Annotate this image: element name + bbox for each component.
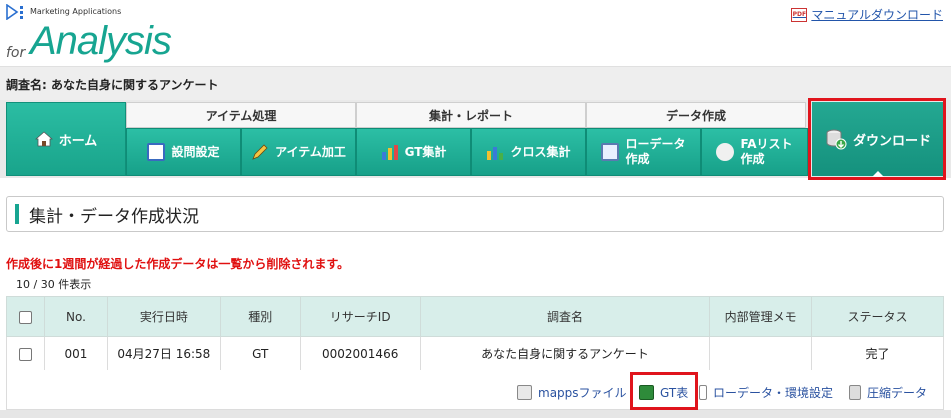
survey-name: 調査名: あなた自身に関するアンケート [6,78,219,92]
row-checkbox[interactable] [18,347,32,361]
logo-subtitle: Marketing Applications [30,7,122,16]
tab-fa-list-create[interactable]: FAリスト 作成 [701,128,808,176]
nav-home-label: ホーム [58,133,98,149]
select-all-checkbox[interactable] [18,310,32,324]
select-all-cell [6,296,45,337]
survey-name-bar: 調査名: あなた自身に関するアンケート [0,66,951,100]
pdf-icon: PDF [791,7,808,22]
row-memo[interactable] [709,336,813,371]
table-header-row: No. 実行日時 種別 リサーチID 調査名 内部管理メモ ステータス [6,296,944,337]
nav-home[interactable]: ホーム [6,102,126,176]
nav-group-report: 集計・レポート [356,102,586,128]
app-logo[interactable]: Marketing Applications for Analysis [6,4,206,64]
col-status: ステータス [811,296,944,337]
logo-for: for [6,45,26,61]
question-settings-icon [147,143,166,161]
zip-data-link[interactable]: 圧縮データ [849,384,927,401]
raw-data-settings-link[interactable]: ローデータ・環境設定 [699,384,833,401]
home-icon [34,131,53,147]
gt-chart-icon [381,145,398,160]
row-datetime: 04月27日 16:58 [106,336,221,371]
app-header: Marketing Applications for Analysis PDF … [0,0,951,66]
tab-question-settings[interactable]: 設問設定 [126,128,241,176]
cross-chart-icon [487,147,504,160]
mapps-file-icon [517,385,532,400]
gt-highlight-box [630,372,698,410]
deletion-notice: 作成後に1週間が経過した作成データは一覧から削除されます。 [6,257,350,271]
row-survey-name: あなた自身に関するアンケート [419,336,711,371]
zip-icon [849,385,861,400]
section-accent-bar [15,204,19,224]
tab-cross-aggregate[interactable]: クロス集計 [471,128,586,176]
mapps-file-link[interactable]: mappsファイル [517,384,627,401]
col-datetime: 実行日時 [106,296,221,337]
nav-group-item-processing: アイテム処理 [126,102,356,128]
col-research-id: リサーチID [299,296,421,337]
col-no: No. [43,296,108,337]
result-count: 10 / 30 件表示 [16,278,92,291]
logo-main: Analysis [30,19,172,63]
tab-gt-aggregate[interactable]: GT集計 [356,128,471,176]
pencil-icon [252,144,268,160]
bottom-strip [0,410,951,418]
row-no: 001 [43,336,108,371]
manual-download-link[interactable]: PDF マニュアルダウンロード [791,6,943,23]
raw-data-file-icon [699,385,707,400]
row-type: GT [219,336,301,371]
tab-raw-data-create[interactable]: ローデータ 作成 [586,128,701,176]
raw-data-icon [601,143,620,161]
col-survey-name: 調査名 [419,296,711,337]
row-status: 完了 [811,336,944,371]
col-memo: 内部管理メモ [709,296,813,337]
fa-list-icon [716,143,735,161]
download-actions-row: mappsファイル GT表 ローデータ・環境設定 圧縮データ [6,370,944,410]
nav-group-data-creation: データ作成 [586,102,806,128]
job-table: No. 実行日時 種別 リサーチID 調査名 内部管理メモ ステータス 001 … [6,296,944,371]
table-row: 001 04月27日 16:58 GT 0002001466 あなた自身に関する… [6,336,944,371]
tab-item-processing[interactable]: アイテム加工 [241,128,356,176]
row-research-id: 0002001466 [299,336,421,371]
row-select-cell [6,336,45,371]
logo-mark-icon [6,4,23,20]
col-type: 種別 [219,296,301,337]
section-title: 集計・データ作成状況 [29,206,199,227]
section-title-box: 集計・データ作成状況 [6,196,944,232]
manual-download-label: マニュアルダウンロード [811,8,943,22]
download-highlight-box [808,98,946,180]
